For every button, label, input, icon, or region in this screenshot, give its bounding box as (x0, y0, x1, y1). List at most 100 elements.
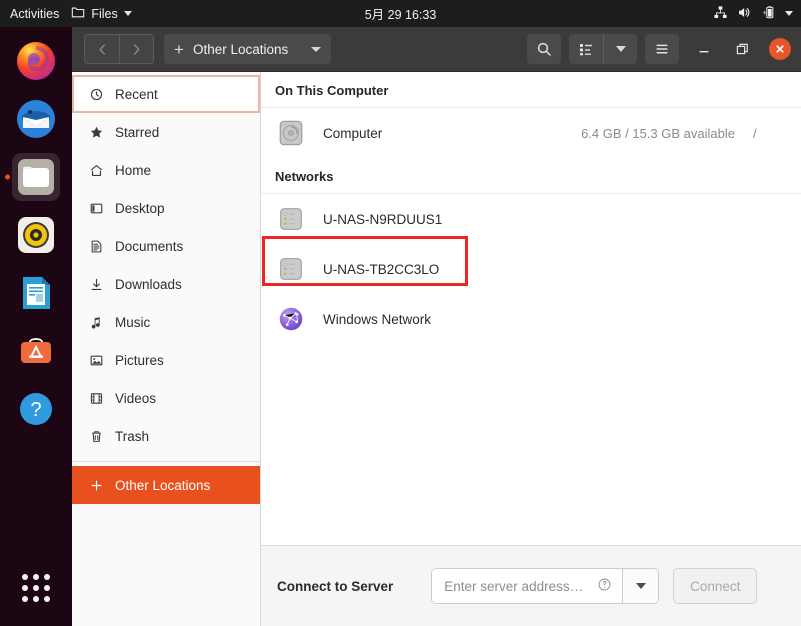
status-area[interactable] (713, 0, 793, 27)
server-address-placeholder: Enter server address… (444, 579, 583, 594)
view-options-button[interactable] (603, 34, 637, 64)
list-view-icon (578, 41, 594, 57)
pictures-icon (88, 352, 104, 368)
ubuntu-software-icon (16, 331, 56, 371)
sidebar-item-recent[interactable]: Recent (72, 75, 260, 113)
connect-to-server-label: Connect to Server (277, 579, 393, 594)
sidebar: Recent Starred (72, 72, 261, 626)
dock-item-thunderbird[interactable] (12, 95, 60, 143)
grid-dot (44, 596, 50, 602)
sidebar-item-home[interactable]: Home (72, 151, 260, 189)
network-server-icon (275, 253, 307, 285)
sidebar-item-videos[interactable]: Videos (72, 379, 260, 417)
dock-item-files[interactable] (12, 153, 60, 201)
sidebar-item-label: Other Locations (115, 478, 210, 493)
network-server-icon (275, 203, 307, 235)
minimize-icon (697, 42, 711, 56)
section-header-networks: Networks (261, 158, 801, 194)
grid-dot (22, 574, 28, 580)
network-icon (713, 5, 728, 23)
list-item-space-info: 6.4 GB / 15.3 GB available (581, 126, 735, 141)
grid-dot (22, 585, 28, 591)
grid-dot (33, 596, 39, 602)
dock: ? (0, 27, 72, 626)
content-area: On This Computer Computer 6 (261, 72, 801, 626)
sidebar-item-label: Documents (115, 239, 183, 254)
maximize-button[interactable] (729, 36, 755, 62)
sidebar-item-other-locations[interactable]: Other Locations (72, 466, 260, 504)
grid-dot (22, 596, 28, 602)
path-bar-label: Other Locations (193, 42, 288, 57)
downloads-icon (88, 276, 104, 292)
maximize-icon (735, 42, 749, 56)
sidebar-item-label: Downloads (115, 277, 182, 292)
connect-button[interactable]: Connect (673, 568, 757, 604)
sidebar-item-label: Starred (115, 125, 159, 140)
plus-icon (88, 477, 104, 493)
list-item-computer[interactable]: Computer 6.4 GB / 15.3 GB available / (261, 108, 801, 158)
dock-item-rhythmbox[interactable] (12, 211, 60, 259)
grid-dot (33, 585, 39, 591)
sidebar-item-label: Recent (115, 87, 158, 102)
sidebar-item-pictures[interactable]: Pictures (72, 341, 260, 379)
trash-icon (88, 428, 104, 444)
list-item-u-nas-tb2cc3lo[interactable]: U-NAS-TB2CC3LO (261, 244, 801, 294)
drive-icon (275, 117, 307, 149)
locations-list[interactable]: On This Computer Computer 6 (261, 72, 801, 545)
close-button[interactable] (769, 38, 791, 60)
app-menu-files[interactable]: Files (71, 5, 131, 22)
show-applications-button[interactable] (16, 568, 56, 608)
forward-button[interactable] (119, 35, 153, 63)
sidebar-item-label: Trash (115, 429, 149, 444)
files-window: + Other Locations (72, 27, 801, 626)
activities-button[interactable]: Activities (0, 7, 71, 21)
back-button[interactable] (85, 35, 119, 63)
sidebar-item-desktop[interactable]: Desktop (72, 189, 260, 227)
list-item-mount-path: / (753, 126, 787, 141)
sidebar-item-trash[interactable]: Trash (72, 417, 260, 455)
sidebar-item-music[interactable]: Music (72, 303, 260, 341)
libreoffice-writer-icon (16, 273, 56, 313)
chevron-down-icon (636, 583, 646, 589)
battery-charging-icon (761, 5, 776, 23)
home-icon (88, 162, 104, 178)
dock-item-firefox[interactable] (12, 37, 60, 85)
grid-dot (33, 574, 39, 580)
main-menu-button[interactable] (645, 34, 679, 64)
dock-item-help[interactable]: ? (12, 385, 60, 433)
list-view-button[interactable] (569, 34, 603, 64)
sidebar-item-starred[interactable]: Starred (72, 113, 260, 151)
files-icon (71, 5, 85, 22)
list-item-u-nas-n9rduus1[interactable]: U-NAS-N9RDUUS1 (261, 194, 801, 244)
desktop-icon (88, 200, 104, 216)
hamburger-menu-icon (654, 41, 670, 57)
minimize-button[interactable] (691, 36, 717, 62)
forward-icon (131, 43, 142, 56)
dock-item-ubuntu-software[interactable] (12, 327, 60, 375)
sidebar-item-label: Home (115, 163, 151, 178)
chevron-down-icon (785, 11, 793, 16)
list-item-label: U-NAS-TB2CC3LO (323, 262, 439, 277)
server-address-input[interactable]: Enter server address… (432, 569, 622, 603)
app-menu-label: Files (91, 7, 117, 21)
sidebar-item-documents[interactable]: Documents (72, 227, 260, 265)
grid-dot (44, 585, 50, 591)
sidebar-item-label: Desktop (115, 201, 165, 216)
dock-item-libreoffice-writer[interactable] (12, 269, 60, 317)
rhythmbox-icon (16, 215, 56, 255)
help-icon: ? (16, 389, 56, 429)
help-circle-icon[interactable] (597, 577, 612, 595)
volume-icon (737, 5, 752, 23)
search-button[interactable] (527, 34, 561, 64)
section-header-on-this-computer: On This Computer (261, 72, 801, 108)
back-icon (97, 43, 108, 56)
music-icon (88, 314, 104, 330)
chevron-down-icon (311, 47, 321, 52)
server-address-dropdown-button[interactable] (622, 569, 658, 603)
sidebar-item-label: Videos (115, 391, 156, 406)
path-bar-other-locations[interactable]: + Other Locations (164, 34, 331, 64)
sidebar-item-downloads[interactable]: Downloads (72, 265, 260, 303)
thunderbird-icon (14, 97, 58, 141)
grid-dot (44, 574, 50, 580)
list-item-windows-network[interactable]: Windows Network (261, 294, 801, 344)
